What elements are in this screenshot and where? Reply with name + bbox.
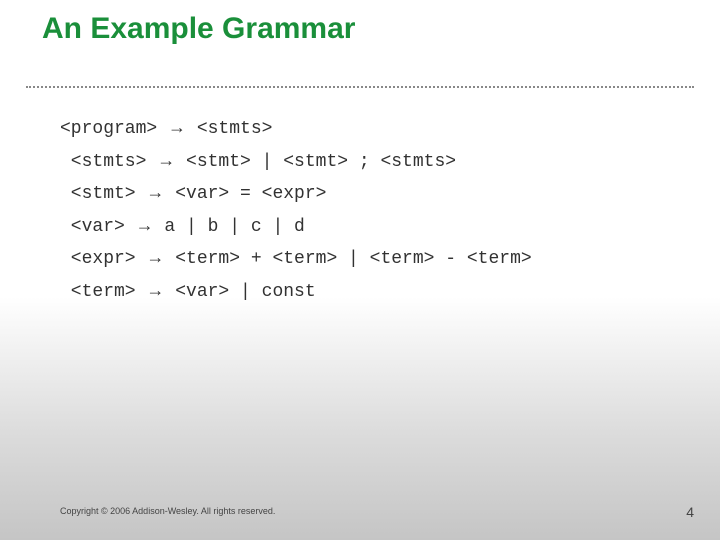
page-number: 4 xyxy=(686,504,694,520)
grammar-line: <stmts> → <stmt> | <stmt> ; <stmts> xyxy=(60,152,456,172)
slide: An Example Grammar <program> → <stmts> <… xyxy=(0,0,720,540)
dotted-separator xyxy=(26,86,694,88)
grammar-line: <stmt> → <var> = <expr> xyxy=(60,184,326,204)
copyright-text: Copyright © 2006 Addison-Wesley. All rig… xyxy=(60,506,275,516)
grammar-line: <expr> → <term> + <term> | <term> - <ter… xyxy=(60,249,532,269)
grammar-line: <var> → a | b | c | d xyxy=(60,217,305,237)
grammar-line: <term> → <var> | const xyxy=(60,282,316,302)
slide-title: An Example Grammar xyxy=(42,12,355,46)
grammar-block: <program> → <stmts> <stmts> → <stmt> | <… xyxy=(60,112,532,308)
grammar-line: <program> → <stmts> xyxy=(60,119,272,139)
